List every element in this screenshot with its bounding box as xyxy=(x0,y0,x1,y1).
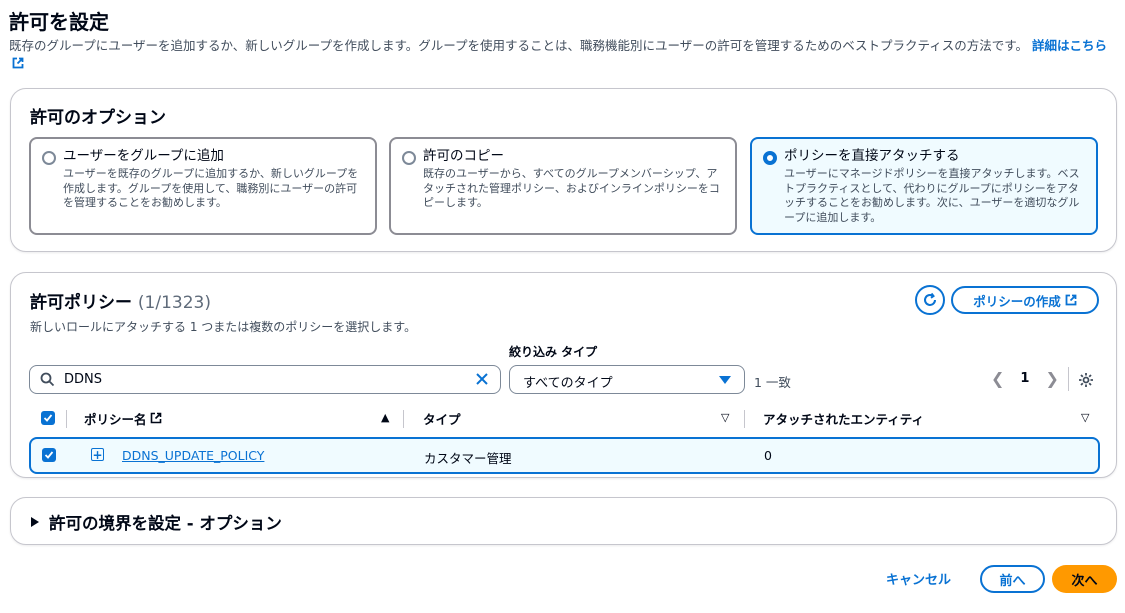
learn-more-label[interactable]: 詳細はこちら xyxy=(1032,38,1107,53)
permission-options-panel: 許可のオプション ユーザーをグループに追加 ユーザーを既存のグループに追加するか… xyxy=(10,88,1117,252)
pagination: ❮ 1 ❯ xyxy=(991,369,1059,388)
page-description: 既存のグループにユーザーを追加するか、新しいグループを作成します。グループを使用… xyxy=(9,37,1121,71)
external-link-icon xyxy=(150,412,161,424)
column-header-label[interactable]: ポリシー名 xyxy=(84,409,147,428)
option-title: ユーザーをグループに追加 xyxy=(63,148,224,164)
create-policy-button[interactable]: ポリシーの作成 xyxy=(951,286,1099,314)
page-number[interactable]: 1 xyxy=(1020,371,1029,386)
chevron-right-icon[interactable]: ❯ xyxy=(1045,369,1058,388)
filter-type-select[interactable]: すべてのタイプ xyxy=(509,365,745,394)
radio-add-to-group[interactable] xyxy=(42,151,56,165)
caret-right-icon xyxy=(31,517,39,527)
policies-title: 許可ポリシー (1/1323) xyxy=(30,288,211,313)
sort-ascending-icon[interactable]: ▲ xyxy=(381,411,389,424)
filter-type-value[interactable]: すべてのタイプ xyxy=(523,372,613,391)
row-checkbox[interactable] xyxy=(42,448,56,462)
sort-icon[interactable]: ▽ xyxy=(721,411,729,424)
column-header-label[interactable]: アタッチされたエンティティ xyxy=(763,409,924,428)
expand-plus-icon[interactable]: + xyxy=(91,448,104,461)
policies-title-text: 許可ポリシー xyxy=(30,293,132,313)
column-divider xyxy=(403,410,404,428)
match-count: 1 一致 xyxy=(754,375,791,390)
filter-type-label: 絞り込み タイプ xyxy=(509,345,598,359)
create-policy-label[interactable]: ポリシーの作成 xyxy=(973,291,1061,310)
check-icon xyxy=(44,451,54,459)
option-title: 許可のコピー xyxy=(423,148,504,164)
sort-icon[interactable]: ▽ xyxy=(1081,411,1089,424)
option-description: ユーザーにマネージドポリシーを直接アタッチします。ベストプラクティスとして、代わ… xyxy=(784,167,1080,224)
policies-count: (1/1323) xyxy=(137,293,211,313)
policy-type: カスタマー管理 xyxy=(424,451,512,466)
external-link-icon xyxy=(12,57,24,69)
option-copy-permissions[interactable]: 許可のコピー 既存のユーザーから、すべてのグループメンバーシップ、アタッチされた… xyxy=(389,137,737,235)
column-divider xyxy=(66,410,67,428)
search-value[interactable]: DDNS xyxy=(64,372,102,387)
next-button[interactable]: 次へ xyxy=(1052,565,1117,593)
option-title: ポリシーを直接アタッチする xyxy=(784,148,960,164)
option-description: ユーザーを既存のグループに追加するか、新しいグループを作成します。グループを使用… xyxy=(63,167,359,209)
column-divider xyxy=(744,410,745,428)
policy-search-input[interactable]: DDNS xyxy=(29,365,501,394)
previous-button[interactable]: 前へ xyxy=(980,565,1045,593)
page-title: 許可を設定 xyxy=(9,10,109,34)
column-header-attached-entities[interactable]: アタッチされたエンティティ xyxy=(763,403,924,433)
cancel-button[interactable]: キャンセル xyxy=(886,569,951,588)
option-description: 既存のユーザーから、すべてのグループメンバーシップ、アタッチされた管理ポリシー、… xyxy=(423,167,720,209)
attached-entities-count: 0 xyxy=(764,448,772,463)
column-header-type[interactable]: タイプ xyxy=(423,403,461,433)
select-all-checkbox[interactable] xyxy=(41,411,55,425)
page-description-text: 既存のグループにユーザーを追加するか、新しいグループを作成します。グループを使用… xyxy=(9,38,1029,53)
clear-search-icon[interactable] xyxy=(474,371,490,387)
policy-name-link[interactable]: DDNS_UPDATE_POLICY xyxy=(122,448,264,463)
select-all-cell xyxy=(41,403,55,433)
gear-icon[interactable] xyxy=(1078,372,1094,388)
external-link-icon xyxy=(1065,294,1077,306)
policies-description: 新しいロールにアタッチする 1 つまたは複数のポリシーを選択します。 xyxy=(30,320,417,334)
search-icon xyxy=(40,372,55,387)
permission-boundary-panel: 許可の境界を設定 - オプション xyxy=(10,497,1117,545)
option-add-to-group[interactable]: ユーザーをグループに追加 ユーザーを既存のグループに追加するか、新しいグループを… xyxy=(29,137,377,235)
column-header-policy-name[interactable]: ポリシー名 xyxy=(84,403,162,433)
refresh-button[interactable] xyxy=(915,285,945,315)
chevron-left-icon[interactable]: ❮ xyxy=(991,369,1004,388)
option-attach-policies-directly[interactable]: ポリシーを直接アタッチする ユーザーにマネージドポリシーを直接アタッチします。ベ… xyxy=(750,137,1098,235)
radio-copy-permissions[interactable] xyxy=(402,151,416,165)
table-row[interactable]: + DDNS_UPDATE_POLICY カスタマー管理 0 xyxy=(29,437,1100,474)
permission-options-title: 許可のオプション xyxy=(30,108,166,128)
check-icon xyxy=(43,414,53,422)
refresh-icon xyxy=(924,292,936,306)
column-header-label[interactable]: タイプ xyxy=(423,409,461,428)
caret-down-icon xyxy=(719,376,731,384)
permission-boundary-title[interactable]: 許可の境界を設定 - オプション xyxy=(49,510,282,534)
divider xyxy=(1068,367,1069,391)
radio-attach-policies-directly[interactable] xyxy=(763,151,777,165)
permission-policies-panel: 許可ポリシー (1/1323) 新しいロールにアタッチする 1 つまたは複数のポ… xyxy=(10,272,1117,478)
permission-boundary-toggle[interactable]: 許可の境界を設定 - オプション xyxy=(31,510,282,534)
